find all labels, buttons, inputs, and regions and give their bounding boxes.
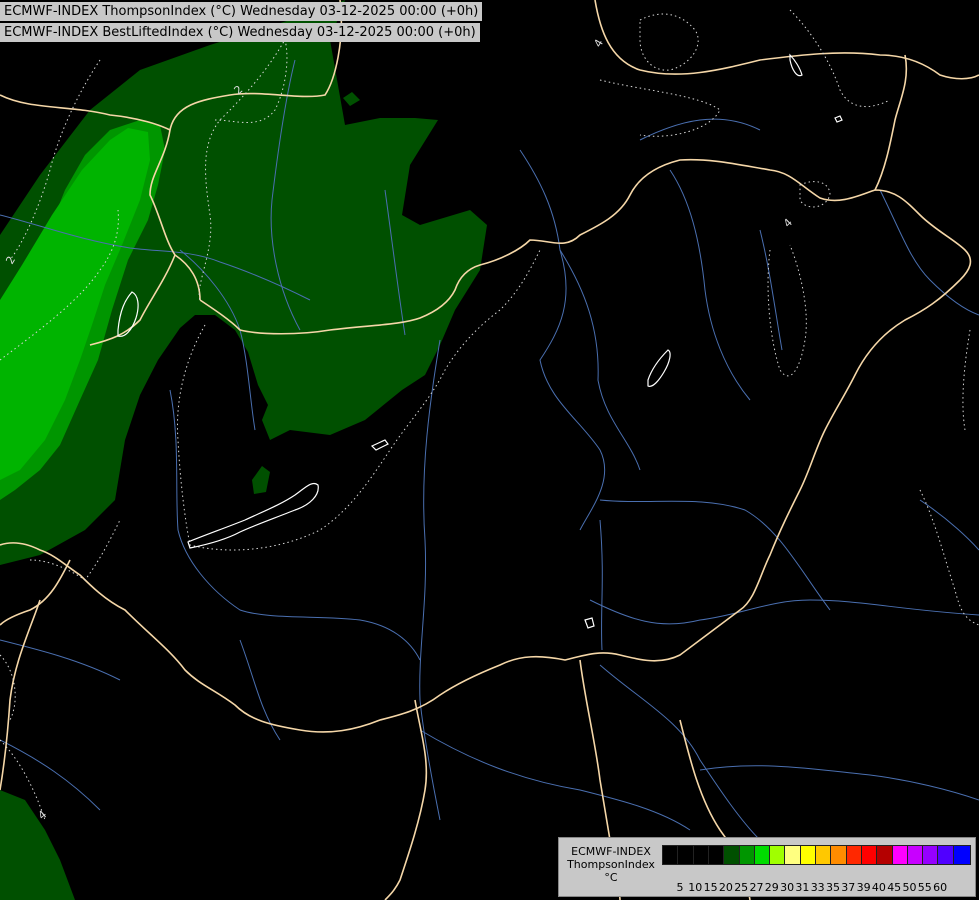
legend-swatch bbox=[952, 845, 971, 865]
legend-unit: °C bbox=[604, 871, 618, 884]
legend-tick-label: 5 bbox=[676, 881, 684, 894]
legend-tick-label: 27 bbox=[749, 881, 764, 894]
legend-parameter: ThompsonIndex bbox=[567, 858, 655, 871]
legend-tick-label: 30 bbox=[780, 881, 795, 894]
map-title-best-lifted-index: ECMWF-INDEX BestLiftedIndex (°C) Wednesd… bbox=[0, 23, 480, 42]
legend-tick-label: 20 bbox=[718, 881, 733, 894]
legend-tick-label: 50 bbox=[902, 881, 917, 894]
legend-model: ECMWF-INDEX bbox=[571, 845, 651, 858]
legend-tick-label: 60 bbox=[933, 881, 948, 894]
legend-tick-label: 31 bbox=[795, 881, 810, 894]
legend-tick-label: 55 bbox=[917, 881, 932, 894]
map-title-thompson-index: ECMWF-INDEX ThompsonIndex (°C) Wednesday… bbox=[0, 2, 483, 21]
legend-tick-label: 33 bbox=[810, 881, 825, 894]
legend-label: ECMWF-INDEX ThompsonIndex °C bbox=[561, 845, 661, 884]
legend-tick-label: 35 bbox=[826, 881, 840, 894]
legend-tick-label: 25 bbox=[734, 881, 749, 894]
legend-tick-label: 29 bbox=[764, 881, 779, 894]
color-legend: ECMWF-INDEX ThompsonIndex °C 5 10 15 20 25 27… bbox=[558, 837, 976, 897]
legend-tick-label: 39 bbox=[856, 881, 871, 894]
legend-tick-label: 37 bbox=[841, 881, 856, 894]
legend-tick-label: 45 bbox=[887, 881, 902, 894]
legend-tick-label: 15 bbox=[703, 881, 718, 894]
legend-tick-label: 10 bbox=[688, 881, 703, 894]
legend-tick-label: 40 bbox=[871, 881, 886, 894]
forecast-map: 2 2 4 4 4 bbox=[0, 0, 979, 900]
